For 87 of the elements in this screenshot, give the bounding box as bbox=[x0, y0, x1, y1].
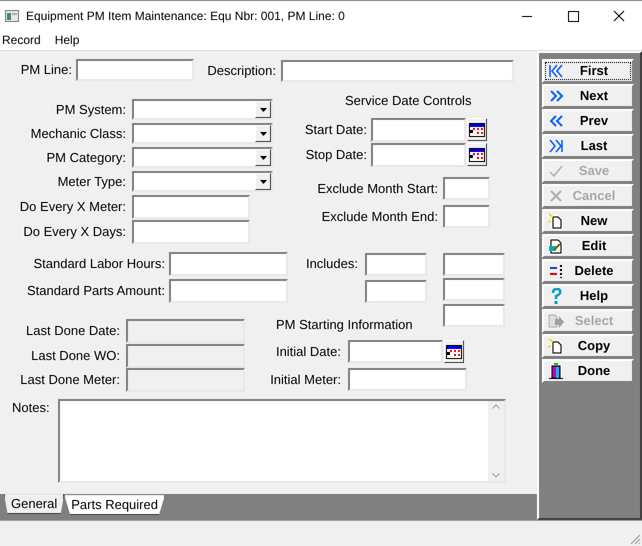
arrows-icon bbox=[548, 263, 564, 279]
window-title: Equipment PM Item Maintenance: Equ Nbr: 001, PM Line: 0 bbox=[26, 8, 345, 24]
dropdown[interactable] bbox=[132, 99, 273, 120]
new-page-icon bbox=[548, 213, 564, 229]
section-heading: Service Date Controls bbox=[345, 93, 472, 109]
field-label: PM System: bbox=[56, 102, 126, 118]
dropdown[interactable] bbox=[132, 123, 273, 144]
scroll-up-icon[interactable] bbox=[492, 404, 500, 409]
calendar-button[interactable] bbox=[467, 143, 487, 166]
field-label: Last Done Meter: bbox=[20, 372, 120, 388]
caret-icon bbox=[260, 180, 266, 184]
input-field[interactable] bbox=[169, 252, 288, 276]
input-field[interactable] bbox=[443, 253, 505, 276]
calendar-icon bbox=[446, 344, 462, 358]
scroll-down-icon[interactable] bbox=[492, 473, 500, 478]
toolbar-button[interactable]: Help bbox=[542, 284, 634, 308]
input-field[interactable] bbox=[443, 304, 505, 327]
checkmark-icon bbox=[548, 163, 564, 179]
notes-field[interactable] bbox=[58, 399, 506, 483]
toolbar-button[interactable]: First bbox=[542, 59, 634, 83]
field-label: Includes: bbox=[306, 256, 358, 272]
input-field[interactable] bbox=[132, 195, 250, 219]
menu-item[interactable]: Record bbox=[0, 31, 43, 49]
caret-icon bbox=[260, 132, 266, 136]
field-label: Last Done WO: bbox=[31, 348, 120, 364]
input-field[interactable] bbox=[348, 368, 467, 391]
input-field[interactable] bbox=[365, 280, 427, 303]
input-field[interactable] bbox=[132, 220, 250, 244]
input-field[interactable] bbox=[371, 143, 466, 167]
input-field[interactable] bbox=[76, 59, 194, 81]
new-page-icon bbox=[548, 338, 564, 354]
input-field[interactable] bbox=[281, 60, 514, 82]
toolbar-button[interactable]: Edit bbox=[542, 234, 634, 258]
field-label: Initial Meter: bbox=[270, 372, 341, 388]
field-label: Meter Type: bbox=[58, 174, 126, 190]
field-label: Last Done Date: bbox=[26, 323, 120, 339]
calendar-icon bbox=[469, 122, 485, 136]
x-icon bbox=[548, 188, 564, 204]
arrow-page-icon bbox=[548, 313, 564, 329]
double-chevron-right-icon bbox=[548, 88, 564, 104]
field-label: PM Line: bbox=[20, 62, 72, 78]
field-label: Notes: bbox=[12, 400, 50, 416]
input-field[interactable] bbox=[443, 177, 490, 200]
input-field[interactable] bbox=[169, 279, 288, 303]
input-field[interactable] bbox=[348, 340, 443, 363]
input-field[interactable] bbox=[443, 278, 505, 301]
input-field[interactable] bbox=[371, 118, 466, 142]
section-heading: PM Starting Information bbox=[276, 317, 413, 333]
tab[interactable]: General bbox=[4, 494, 64, 514]
double-chevron-left-icon bbox=[548, 113, 564, 129]
scrollbar[interactable] bbox=[488, 401, 504, 481]
field-label: Description: bbox=[207, 63, 276, 79]
menu-item[interactable]: Help bbox=[52, 31, 82, 49]
field-label: Standard Labor Hours: bbox=[33, 256, 165, 272]
calendar-button[interactable] bbox=[444, 340, 464, 363]
caret-icon bbox=[260, 156, 266, 160]
calendar-icon bbox=[469, 148, 485, 162]
toolbar-button[interactable]: Done bbox=[542, 359, 634, 383]
toolbar-button[interactable]: Last bbox=[542, 134, 634, 158]
caret-icon bbox=[260, 108, 266, 112]
input-field[interactable] bbox=[443, 205, 490, 228]
calendar-button[interactable] bbox=[467, 118, 487, 141]
tab[interactable]: Parts Required bbox=[64, 495, 165, 516]
field-label: PM Category: bbox=[46, 150, 126, 166]
toolbar-button[interactable]: Copy bbox=[542, 334, 634, 358]
toolbar-button[interactable]: Next bbox=[542, 84, 634, 108]
toolbar-button[interactable]: Delete bbox=[542, 259, 634, 283]
skip-back-icon bbox=[548, 63, 564, 79]
dropdown[interactable] bbox=[132, 147, 273, 168]
field-label: Exclude Month Start: bbox=[317, 180, 438, 196]
field-label: Initial Date: bbox=[276, 344, 341, 360]
toolbar-button[interactable]: New bbox=[542, 209, 634, 233]
field-label: Start Date: bbox=[304, 122, 367, 138]
dropdown[interactable] bbox=[132, 171, 273, 192]
skip-forward-icon bbox=[548, 138, 564, 154]
field-label: Standard Parts Amount: bbox=[26, 283, 165, 299]
field-label: Do Every X Meter: bbox=[20, 199, 126, 215]
field-label: Do Every X Days: bbox=[23, 224, 126, 240]
field-label: Mechanic Class: bbox=[30, 126, 126, 142]
door-icon bbox=[548, 363, 564, 379]
toolbar-button[interactable]: Prev bbox=[542, 109, 634, 133]
input-field[interactable] bbox=[365, 253, 427, 276]
field-label: Exclude Month End: bbox=[322, 208, 438, 224]
field-label: Stop Date: bbox=[306, 147, 367, 163]
resize-grip-icon[interactable] bbox=[629, 533, 641, 545]
app-icon bbox=[5, 10, 19, 22]
edit-document-icon bbox=[548, 238, 564, 254]
